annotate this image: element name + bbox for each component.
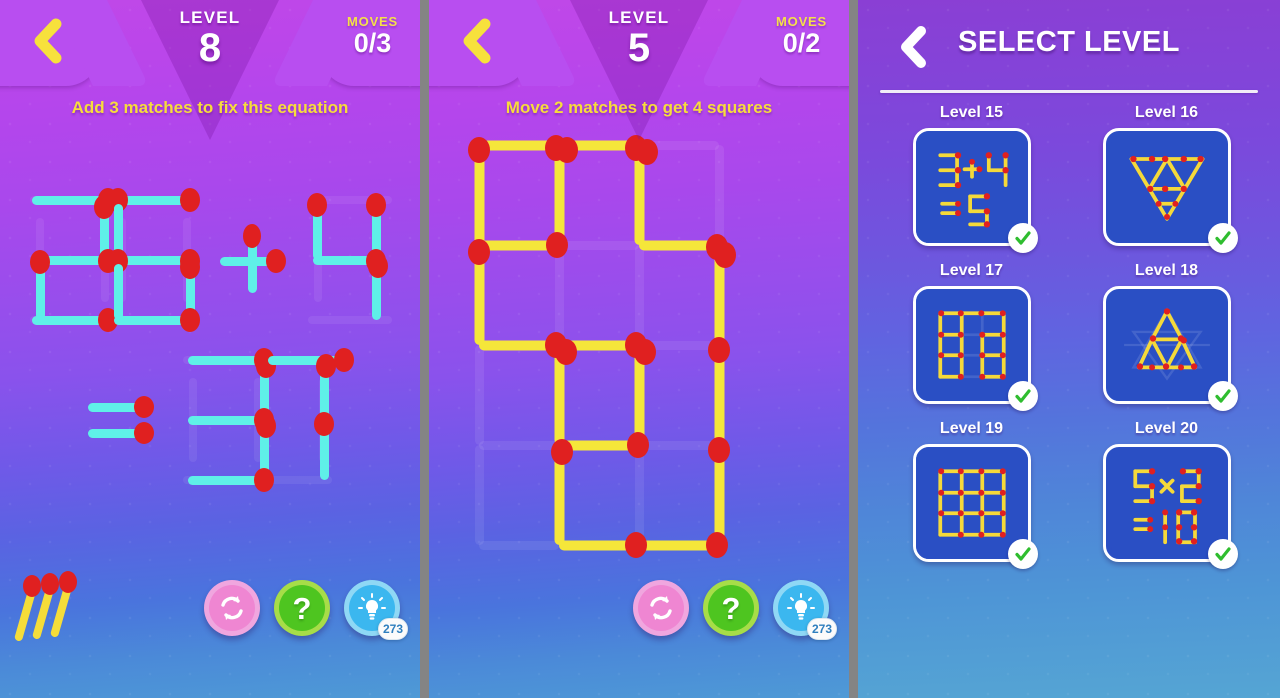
level-number: 5	[627, 26, 651, 70]
level-label: Level 17	[939, 262, 1004, 279]
back-button[interactable]	[455, 18, 495, 64]
help-button[interactable]: ?	[274, 580, 330, 636]
panel-divider-2	[849, 0, 858, 698]
completed-badge	[1207, 381, 1238, 411]
level-label: Level 19	[939, 420, 1004, 437]
equals-sign	[88, 396, 154, 444]
back-button[interactable]	[26, 18, 66, 64]
matchsticks-icon	[14, 571, 77, 641]
restart-button-face	[209, 585, 255, 631]
moves-word: MOVES	[776, 14, 827, 29]
check-icon	[1014, 231, 1031, 245]
level-15-preview	[915, 131, 1028, 243]
level-indicator: LEVEL 5	[608, 8, 670, 70]
ghost-slots	[30, 196, 392, 484]
restart-icon	[650, 596, 672, 620]
check-icon	[1214, 547, 1231, 561]
level-label: Level 18	[1134, 262, 1199, 279]
level-18-preview	[1110, 289, 1223, 401]
game-panel-level-8: LEVEL 8 MOVES 0/3 Add 3 matches to fix t…	[0, 0, 420, 698]
completed-badge	[1207, 223, 1238, 253]
game-bottom-bar: ? 273	[429, 558, 849, 698]
select-level-header: SELECT LEVEL	[858, 0, 1280, 96]
level-word: LEVEL	[179, 8, 241, 27]
game-bottom-bar: ? 273	[0, 558, 420, 698]
completed-badge	[1007, 381, 1038, 411]
digit-6	[108, 188, 200, 332]
check-icon	[1214, 231, 1231, 245]
level-cell: Level 19	[887, 420, 1057, 569]
level-card-16[interactable]	[1102, 128, 1238, 253]
plus-sign	[220, 224, 286, 293]
action-button-row: ? 273	[633, 580, 837, 640]
action-button-row: ? 273	[204, 580, 408, 640]
question-mark-icon: ?	[721, 590, 741, 626]
level-grid: Level 15 Level 16 Level 17 Level 18 Leve…	[858, 104, 1280, 569]
completed-badge	[1207, 539, 1238, 569]
hint-button[interactable]: 273	[773, 580, 837, 640]
level-number: 8	[198, 26, 222, 70]
level-word: LEVEL	[608, 8, 670, 27]
page-title: SELECT LEVEL	[958, 26, 1180, 58]
back-chevron-icon	[34, 18, 62, 64]
digit-2	[30, 188, 118, 332]
header-divider	[880, 90, 1258, 93]
game-panel-level-5: LEVEL 5 MOVES 0/2 Move 2 matches to get …	[429, 0, 849, 698]
moves-word: MOVES	[347, 14, 398, 29]
restart-button[interactable]	[204, 580, 260, 636]
level-cell: Level 15	[887, 104, 1057, 253]
help-button[interactable]: ?	[703, 580, 759, 636]
restart-button-face	[638, 585, 684, 631]
objective-text: Move 2 matches to get 4 squares	[505, 98, 773, 117]
restart-button[interactable]	[633, 580, 689, 636]
check-icon	[1214, 389, 1231, 403]
moves-value: 0/3	[353, 28, 392, 58]
completed-badge	[1007, 223, 1038, 253]
game-top-bar: LEVEL 8 MOVES 0/3	[0, 0, 420, 140]
level-card-19[interactable]	[912, 444, 1038, 569]
match-inventory	[14, 560, 114, 650]
moves-value: 0/2	[782, 28, 821, 58]
check-icon	[1014, 547, 1031, 561]
hint-button[interactable]: 273	[344, 580, 408, 640]
level-16-preview	[1110, 131, 1223, 243]
app-screenshot: LEVEL 8 MOVES 0/3 Add 3 matches to fix t…	[0, 0, 1280, 698]
level-indicator: LEVEL 8	[179, 8, 241, 70]
back-chevron-icon	[463, 18, 491, 64]
level-cell: Level 17	[887, 262, 1057, 411]
level-19-preview	[915, 447, 1028, 559]
objective-text: Add 3 matches to fix this equation	[71, 98, 349, 117]
level-card-15[interactable]	[912, 128, 1038, 253]
moves-indicator: MOVES 0/3	[347, 14, 398, 57]
level-label: Level 15	[939, 104, 1004, 121]
hint-count-badge: 273	[377, 618, 408, 640]
level-label: Level 20	[1134, 420, 1199, 437]
check-icon	[1014, 389, 1031, 403]
moves-indicator: MOVES 0/2	[776, 14, 827, 57]
level-17-preview	[915, 289, 1028, 401]
level-cell: Level 16	[1082, 104, 1252, 253]
panel-divider-1	[420, 0, 429, 698]
restart-icon	[221, 596, 243, 620]
help-button-face: ?	[279, 585, 325, 631]
level-label: Level 16	[1134, 104, 1199, 121]
level-20-preview	[1110, 447, 1223, 559]
select-level-panel: SELECT LEVEL Level 15 Level 16 Level 17 …	[858, 0, 1280, 698]
level-card-20[interactable]	[1102, 444, 1238, 569]
level-cell: Level 20	[1082, 420, 1252, 569]
level-card-18[interactable]	[1102, 286, 1238, 411]
hint-count-badge: 273	[806, 618, 837, 640]
digit-7	[268, 348, 354, 480]
help-button-face: ?	[708, 585, 754, 631]
digit-3	[188, 348, 276, 492]
completed-badge	[1007, 539, 1038, 569]
level-card-17[interactable]	[912, 286, 1038, 411]
question-mark-icon: ?	[292, 590, 312, 626]
level-cell: Level 18	[1082, 262, 1252, 411]
game-top-bar: LEVEL 5 MOVES 0/2	[429, 0, 849, 140]
